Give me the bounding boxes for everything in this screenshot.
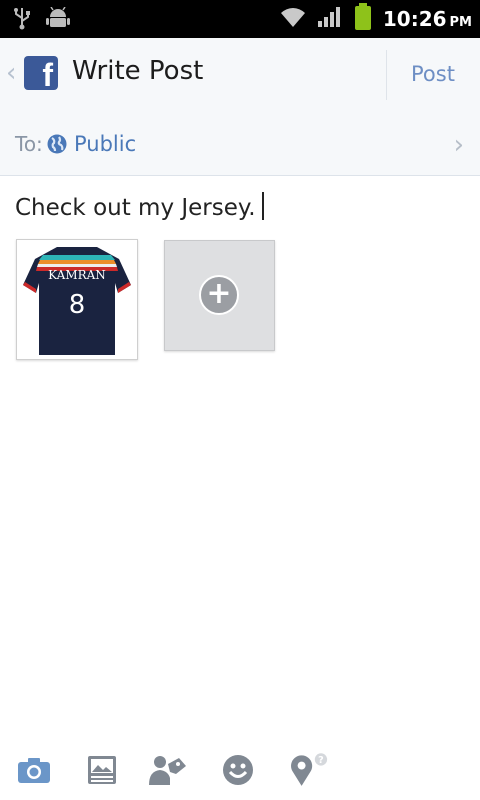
tag-people-icon <box>149 756 186 785</box>
camera-icon <box>18 758 50 783</box>
android-debug-icon <box>46 6 70 33</box>
plus-icon: + <box>199 275 239 315</box>
emoticon-button[interactable] <box>216 748 260 792</box>
tag-people-button[interactable] <box>146 748 190 792</box>
to-label: To: <box>15 132 43 156</box>
location-button[interactable]: ? <box>284 748 328 792</box>
emoticon-icon <box>223 755 253 785</box>
attached-photo[interactable]: KAMRAN 8 <box>16 239 138 360</box>
post-text: Check out my Jersey. <box>15 195 256 221</box>
status-bar: 10:26 PM <box>0 0 480 38</box>
chevron-left-icon: ‹ <box>6 58 17 88</box>
audience-value: Public <box>74 132 137 156</box>
jersey-name: KAMRAN <box>48 268 106 282</box>
jersey-image: KAMRAN 8 <box>23 247 131 355</box>
clock-time: 10:26 <box>382 7 447 31</box>
clock-ampm: PM <box>449 15 472 30</box>
post-text-field[interactable]: Check out my Jersey. <box>15 192 264 221</box>
chevron-right-icon: › <box>453 130 464 160</box>
facebook-logo: f <box>24 56 58 93</box>
jersey-number: 8 <box>69 290 86 320</box>
svg-text:?: ? <box>318 755 324 766</box>
text-cursor <box>261 192 264 220</box>
wifi-icon <box>279 6 307 32</box>
audience-selector[interactable]: To: Public › <box>0 110 480 176</box>
composer-toolbar: ? <box>0 740 480 800</box>
photo-album-icon <box>88 756 116 784</box>
clock: 10:26 PM <box>383 7 472 31</box>
page-title: Write Post <box>72 56 204 86</box>
home-up-button[interactable]: ‹ f <box>0 38 66 110</box>
add-photo-button[interactable]: + <box>164 240 275 351</box>
battery-icon <box>353 3 373 35</box>
usb-icon <box>12 6 32 34</box>
camera-button[interactable] <box>12 748 56 792</box>
globe-icon <box>47 134 67 154</box>
photo-album-button[interactable] <box>80 748 124 792</box>
location-icon: ? <box>291 753 328 786</box>
action-bar: ‹ f Write Post Post <box>0 38 480 111</box>
post-button[interactable]: Post <box>386 38 480 110</box>
signal-icon <box>317 6 343 32</box>
